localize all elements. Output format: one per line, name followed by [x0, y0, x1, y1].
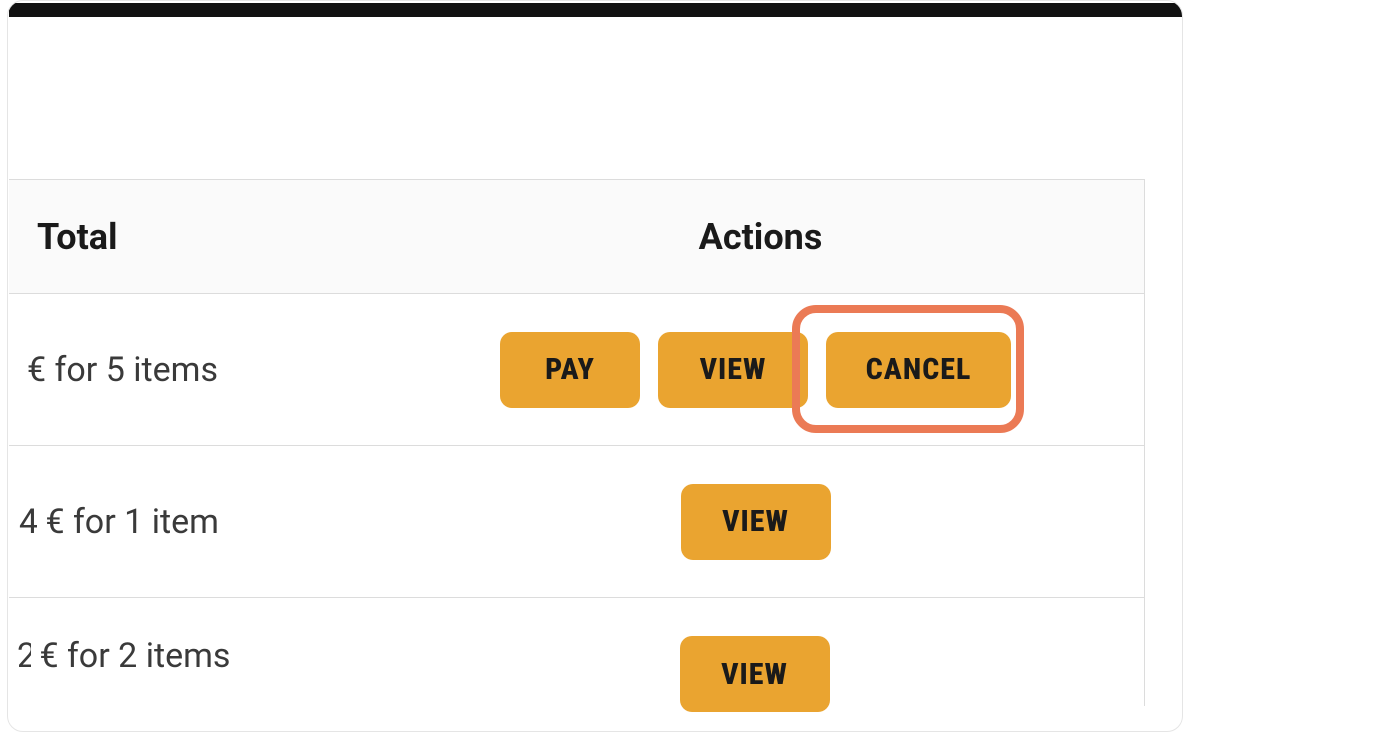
table-row: € for 5 items PAY VIEW CANCEL: [9, 294, 1145, 446]
cancel-button[interactable]: CANCEL: [826, 332, 1011, 408]
view-button[interactable]: VIEW: [680, 636, 830, 712]
view-button[interactable]: VIEW: [681, 484, 831, 560]
order-actions: VIEW: [467, 484, 1144, 560]
table-header-row: Total Actions: [9, 179, 1145, 294]
order-table-frame: Total Actions € for 5 items PAY VIEW CAN…: [7, 0, 1183, 732]
column-header-total: Total: [37, 216, 467, 258]
order-total-text: 2 € for 2 items: [17, 636, 465, 676]
column-header-actions: Actions: [467, 216, 1144, 258]
orders-table: Total Actions € for 5 items PAY VIEW CAN…: [9, 179, 1145, 706]
order-actions: VIEW: [465, 636, 1144, 712]
table-row: 4 € for 1 item VIEW: [9, 446, 1145, 598]
order-total-text: 4 € for 1 item: [19, 502, 467, 542]
order-total-text: € for 5 items: [27, 350, 467, 390]
order-actions: PAY VIEW CANCEL: [467, 332, 1144, 408]
view-button[interactable]: VIEW: [658, 332, 808, 408]
table-row: 2 € for 2 items VIEW: [9, 598, 1145, 706]
pay-button[interactable]: PAY: [500, 332, 640, 408]
window-top-bar: [9, 3, 1183, 17]
